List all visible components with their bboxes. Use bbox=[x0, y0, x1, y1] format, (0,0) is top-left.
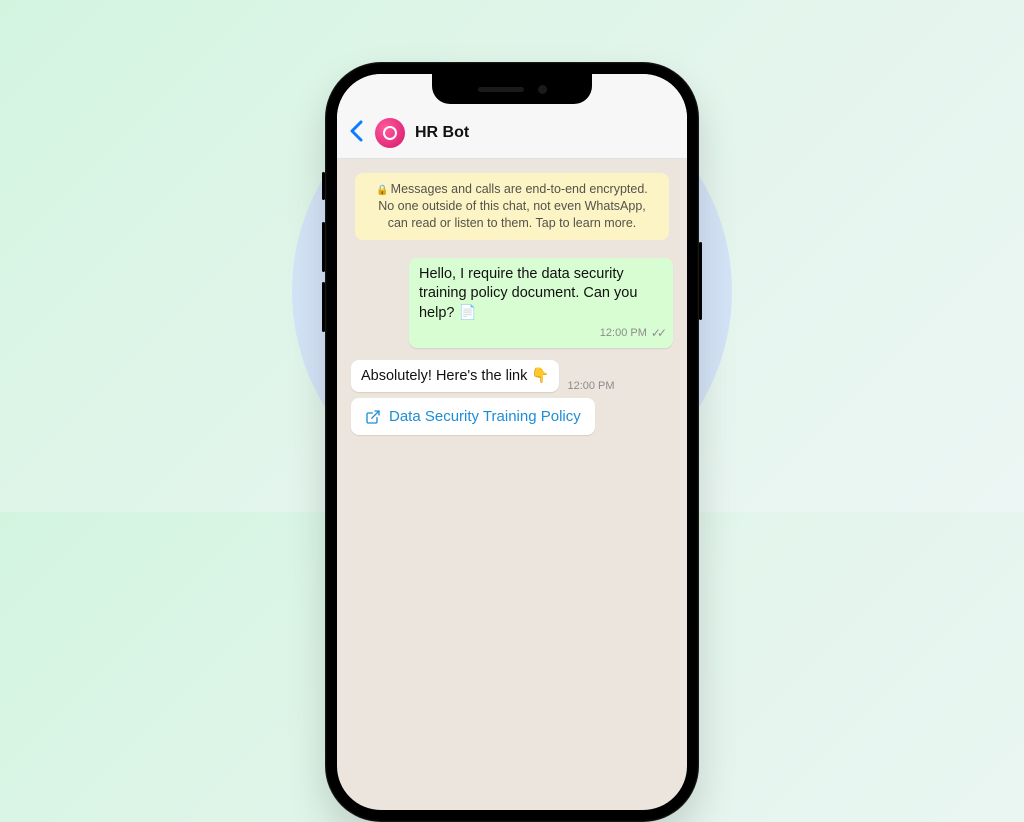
link-label: Data Security Training Policy bbox=[389, 408, 581, 425]
outgoing-bubble[interactable]: Hello, I require the data security train… bbox=[409, 258, 673, 348]
front-camera bbox=[538, 85, 547, 94]
contact-name[interactable]: HR Bot bbox=[415, 124, 469, 142]
chat-body: 🔒Messages and calls are end-to-end encry… bbox=[337, 159, 687, 461]
back-icon[interactable] bbox=[347, 120, 365, 146]
phone-frame: HR Bot 🔒Messages and calls are end-to-en… bbox=[325, 62, 699, 822]
incoming-text: Absolutely! Here's the link 👇 bbox=[361, 368, 549, 384]
incoming-bubble[interactable]: Absolutely! Here's the link 👇 bbox=[351, 360, 559, 393]
external-link-icon bbox=[365, 409, 381, 425]
phone-screen: HR Bot 🔒Messages and calls are end-to-en… bbox=[337, 74, 687, 810]
message-row-incoming: Absolutely! Here's the link 👇 12:00 PM D… bbox=[351, 360, 673, 436]
encryption-text: Messages and calls are end-to-end encryp… bbox=[378, 182, 648, 230]
speaker-grille bbox=[478, 87, 524, 92]
lock-icon: 🔒 bbox=[376, 184, 388, 198]
volume-down-button bbox=[322, 282, 325, 332]
message-row-outgoing: Hello, I require the data security train… bbox=[351, 258, 673, 348]
link-card[interactable]: Data Security Training Policy bbox=[351, 398, 595, 435]
power-button bbox=[699, 242, 702, 320]
volume-up-button bbox=[322, 222, 325, 272]
incoming-time: 12:00 PM bbox=[567, 380, 614, 392]
outgoing-time: 12:00 PM bbox=[600, 326, 647, 341]
phone-notch bbox=[432, 74, 592, 104]
avatar-ring-icon bbox=[383, 126, 397, 140]
mute-switch bbox=[322, 172, 325, 200]
encryption-banner[interactable]: 🔒Messages and calls are end-to-end encry… bbox=[355, 173, 669, 240]
chat-header: HR Bot bbox=[337, 112, 687, 159]
read-checks-icon: ✓✓ bbox=[651, 325, 663, 341]
avatar[interactable] bbox=[375, 118, 405, 148]
outgoing-text: Hello, I require the data security train… bbox=[419, 265, 663, 324]
outgoing-meta: 12:00 PM ✓✓ bbox=[419, 325, 663, 341]
